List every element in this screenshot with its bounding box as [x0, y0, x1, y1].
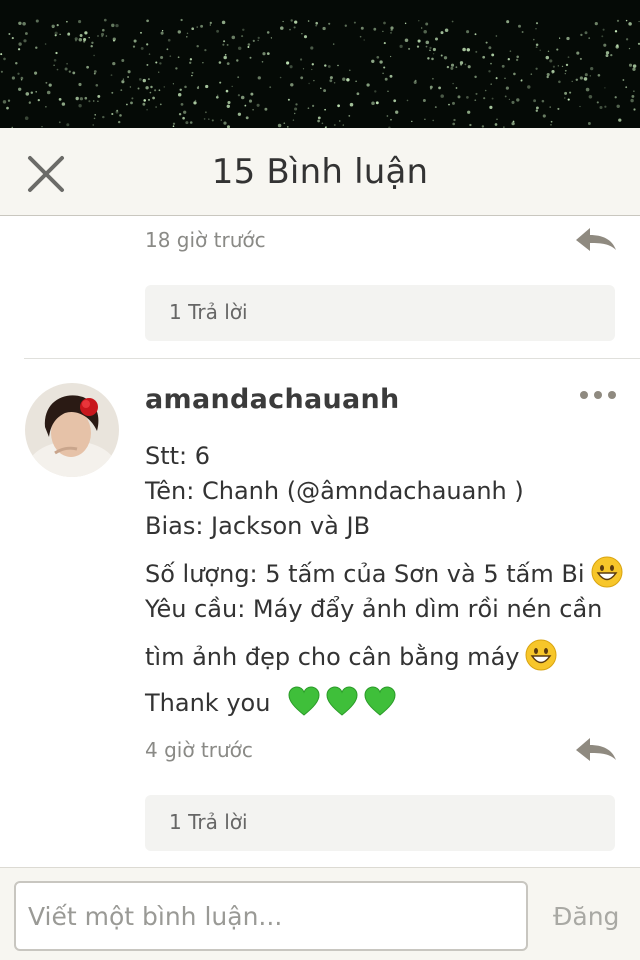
- comment-line-with-emoji: tìm ảnh đẹp cho cân bằng máy: [145, 639, 625, 675]
- comment-line: Yêu cầu: Máy đẩy ảnh dìm rồi nén cần: [145, 595, 603, 623]
- comment-meta: 18 giờ trước: [145, 228, 620, 264]
- comment-line-with-emoji: Số lượng: 5 tấm của Sơn và 5 tấm Bi: [145, 556, 625, 592]
- green-heart-emoji-icon: [364, 686, 396, 716]
- comment-line: Bias: Jackson và JB: [145, 512, 371, 540]
- comments-header: 15 Bình luận: [0, 128, 640, 216]
- reply-arrow-icon[interactable]: [574, 224, 618, 258]
- comment-list[interactable]: 18 giờ trước 1 Trả lời amandachauanh Stt…: [0, 217, 640, 867]
- comment-line: Số lượng: 5 tấm của Sơn và 5 tấm Bi: [145, 560, 585, 588]
- avatar[interactable]: [25, 383, 119, 477]
- comment-line: Tên: Chanh (@âmndachauanh ): [145, 477, 524, 505]
- comment-composer: Đăng: [0, 867, 640, 960]
- replies-count-label: 1 Trả lời: [169, 810, 248, 834]
- view-replies-button[interactable]: 1 Trả lời: [145, 285, 615, 341]
- page-title: 15 Bình luận: [211, 152, 429, 192]
- green-heart-emoji-icon: [326, 686, 358, 716]
- comment-meta: 4 giờ trước: [145, 738, 620, 774]
- comment-timestamp: 18 giờ trước: [145, 228, 266, 252]
- comment-author[interactable]: amandachauanh: [145, 384, 400, 415]
- view-replies-button[interactable]: 1 Trả lời: [145, 795, 615, 851]
- post-button[interactable]: Đăng: [553, 902, 619, 931]
- reply-arrow-icon[interactable]: [574, 734, 618, 768]
- comment-line: tìm ảnh đẹp cho cân bằng máy: [145, 643, 520, 671]
- green-heart-emoji-icon: [288, 686, 320, 716]
- comment-line: Stt: 6: [145, 442, 211, 470]
- grinning-emoji-icon: [591, 556, 622, 588]
- comment-timestamp: 4 giờ trước: [145, 738, 253, 762]
- grinning-emoji-icon: [525, 639, 557, 671]
- comment-line: Thank you: [145, 689, 271, 717]
- comment-input[interactable]: [14, 881, 528, 951]
- comment-line-with-hearts: Thank you: [145, 685, 625, 721]
- background-photo: [0, 0, 640, 128]
- more-dots-icon[interactable]: [578, 385, 618, 405]
- comment-divider: [24, 358, 640, 359]
- replies-count-label: 1 Trả lời: [169, 300, 248, 324]
